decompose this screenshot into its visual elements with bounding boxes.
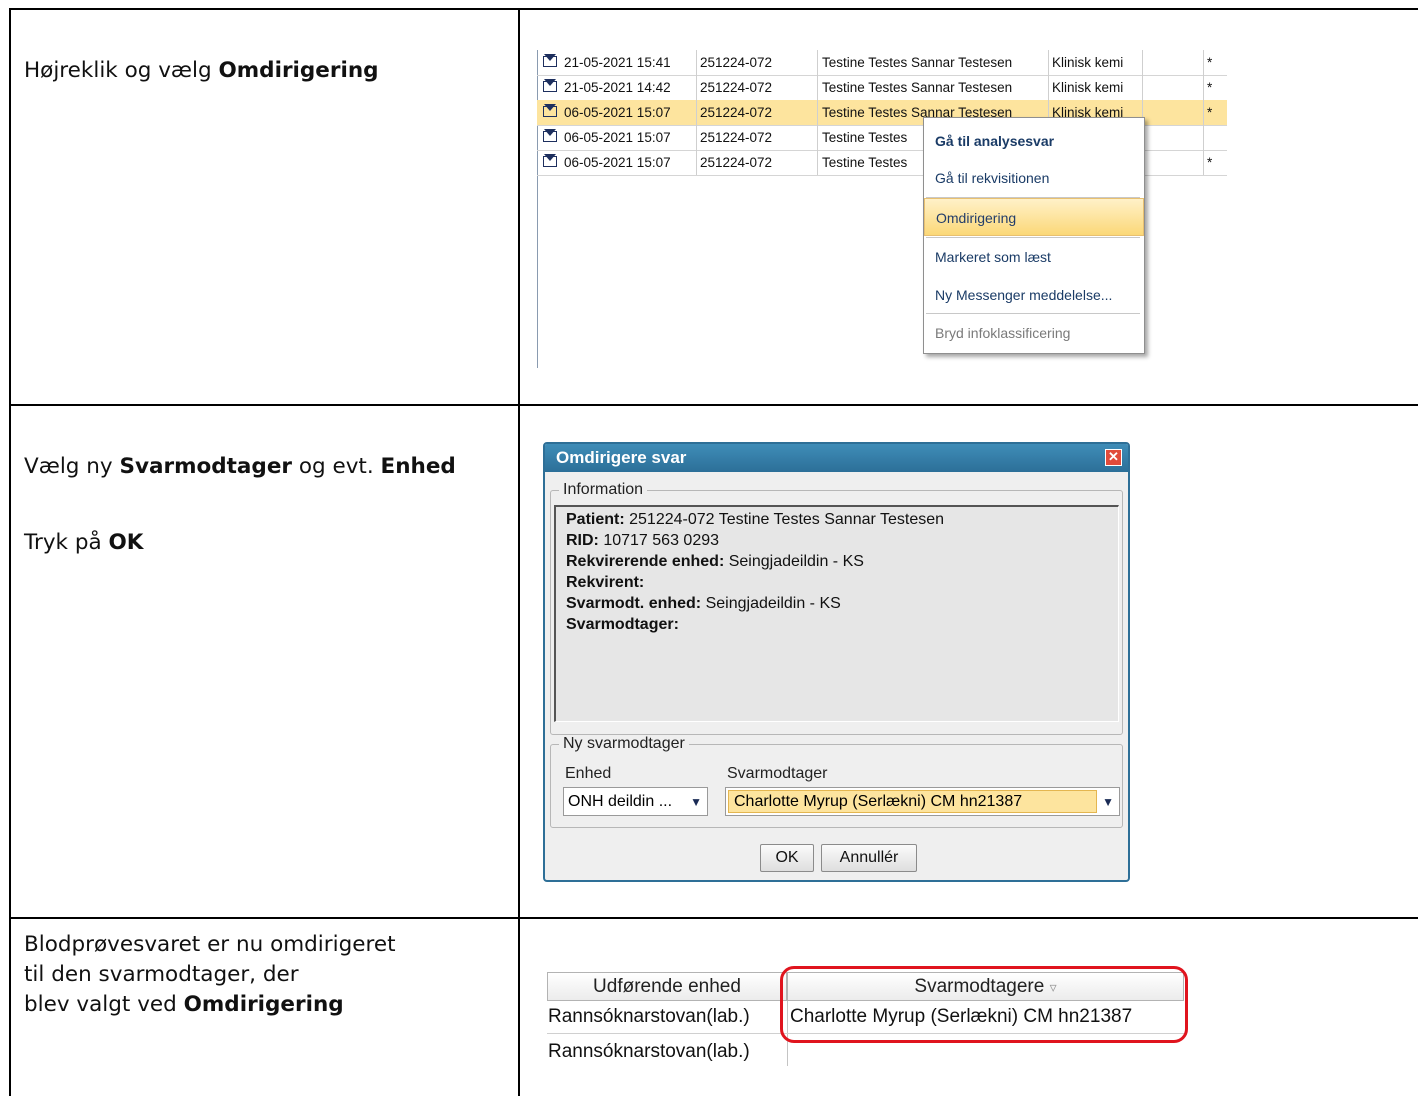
menu-item-messenger[interactable]: Ny Messenger meddelelse... [924,276,1144,314]
row-empty [1142,75,1203,100]
ok-button[interactable]: OK [760,844,814,872]
close-icon[interactable]: ✕ [1105,449,1122,466]
dropdown-arrow-icon: ▼ [1102,795,1114,809]
row-id: 251224-072 [696,50,772,75]
table-row-divider [9,404,1418,406]
row-name: Testine Testes [817,150,907,175]
menu-item-markeret-laest[interactable]: Markeret som læst [924,238,1144,276]
enhed-dropdown[interactable]: ONH deildin ... ▼ [563,787,708,816]
menu-item-rekvisitionen[interactable]: Gå til rekvisitionen [924,159,1144,197]
step2-instruction: Vælg ny Svarmodtager og evt. Enhed [24,454,456,479]
cancel-button[interactable]: Annullér [821,844,917,872]
table-column-divider [518,8,520,1096]
table-border-left [9,8,11,1096]
enhed-label: Enhed [565,765,612,782]
rid-line: RID: 10717 563 0293 [566,532,720,549]
dropdown-arrow-icon: ▼ [690,795,702,809]
step2-instruction-ok: Tryk på OK [24,530,144,555]
envelope-icon [543,154,557,167]
highlight-box [780,966,1188,1043]
row-name: Testine Testes Sannar Testesen [817,50,1012,75]
svarmodtager-label: Svarmodtager [727,765,828,782]
row-id: 251224-072 [696,100,772,125]
row-id: 251224-072 [696,75,772,100]
table-border-top [9,8,1418,10]
rekv-enhed-line: Rekvirerende enhed: Seingjadeildin - KS [566,553,864,570]
row-empty [1142,100,1203,125]
row-empty [1142,50,1203,75]
information-box: Patient: 251224-072 Testine Testes Sanna… [554,505,1119,722]
menu-item-omdirigering[interactable]: Omdirigering [924,198,1144,236]
dialog-title: Omdirigere svar [545,444,1128,472]
row-flag: * [1203,50,1212,75]
svar-enhed-line: Svarmodt. enhed: Seingjadeildin - KS [566,595,841,612]
row-id: 251224-072 [696,150,772,175]
svarmodtager-line: Svarmodtager: [566,616,679,633]
envelope-icon [543,79,557,92]
envelope-icon [543,54,557,67]
row-date: 21-05-2021 15:41 [564,55,671,70]
redirect-dialog: Omdirigere svar ✕ Information Patient: 2… [543,442,1130,882]
table-row[interactable]: 21-05-2021 15:41 251224-072 Testine Test… [537,50,1227,76]
row-date: 06-05-2021 15:07 [564,130,671,145]
row-dept: Klinisk kemi [1048,75,1123,100]
row-date: 06-05-2021 15:07 [564,105,671,120]
column-header-udfoerende-enhed[interactable]: Udførende enhed [547,972,787,1001]
svarmodtager-dropdown[interactable]: Charlotte Myrup (Serlækni) CM hn21387 ▼ [725,787,1120,816]
menu-item-bryd-infoklassificering: Bryd infoklassificering [935,325,1071,341]
row-flag: * [1203,75,1212,100]
row-dept: Klinisk kemi [1048,50,1123,75]
envelope-icon [543,104,557,117]
table-row[interactable]: 21-05-2021 14:42 251224-072 Testine Test… [537,75,1227,101]
step3-instruction: Blodprøvesvaret er nu omdirigeret til de… [24,932,396,1017]
rekvirent-line: Rekvirent: [566,574,645,591]
new-recipient-legend: Ny svarmodtager [559,735,689,753]
step1-instruction: Højreklik og vælg Omdirigering [24,58,379,83]
row-flag: * [1203,100,1212,125]
row-date: 06-05-2021 15:07 [564,155,671,170]
envelope-icon [543,129,557,142]
table-row-divider [9,917,1418,919]
grid-cell-unit: Rannsóknarstovan(lab.) [548,1041,750,1062]
patient-line: Patient: 251224-072 Testine Testes Sanna… [566,511,945,528]
row-name: Testine Testes [817,125,907,150]
row-flag: * [1203,150,1212,175]
row-date: 21-05-2021 14:42 [564,80,671,95]
information-legend: Information [559,481,648,499]
row-id: 251224-072 [696,125,772,150]
menu-item-analysesvar[interactable]: Gå til analysesvar [924,122,1144,160]
row-flag [1203,125,1207,150]
information-group: Information Patient: 251224-072 Testine … [550,481,1123,735]
row-name: Testine Testes Sannar Testesen [817,75,1012,100]
grid-cell-unit: Rannsóknarstovan(lab.) [548,1006,750,1027]
context-menu: Gå til analysesvar Gå til rekvisitionen … [923,117,1145,354]
new-recipient-group: Ny svarmodtager Enhed Svarmodtager ONH d… [550,735,1123,828]
